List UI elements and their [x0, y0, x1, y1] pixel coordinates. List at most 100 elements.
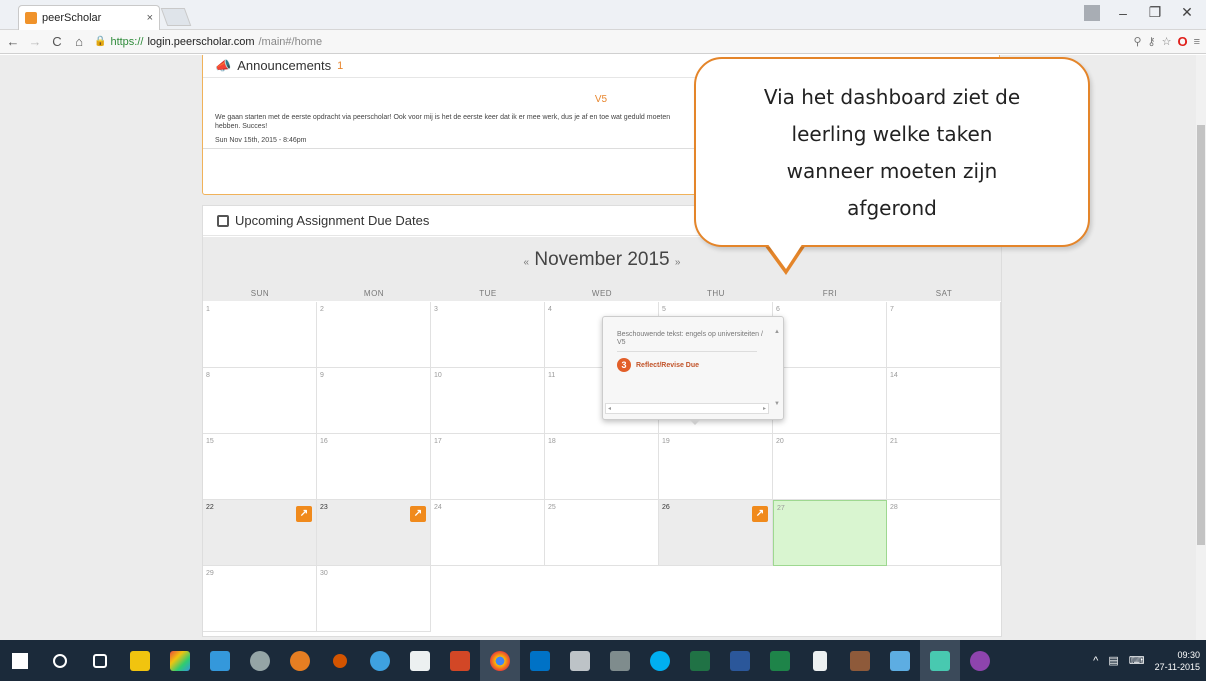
menu-icon[interactable]: ≡ [1194, 36, 1200, 48]
checklist-app-icon[interactable] [880, 640, 920, 681]
day-number: 8 [206, 372, 210, 379]
calendar-day-cell[interactable]: 10 [431, 368, 545, 434]
password-key-icon[interactable]: ⚷ [1148, 35, 1156, 48]
firefox-icon[interactable] [280, 640, 320, 681]
snipping-tool-icon[interactable] [920, 640, 960, 681]
document-icon[interactable] [800, 640, 840, 681]
popover-vertical-scrollbar[interactable]: ▲ ▼ [773, 329, 781, 407]
calendar-day-cell[interactable]: 1 [203, 302, 317, 368]
month-row: « November 2015 » [203, 249, 1001, 271]
restore-button[interactable]: ❐ [1146, 4, 1164, 21]
calendar-day-cell[interactable]: 29 [203, 566, 317, 632]
calendar-day-cell[interactable]: 14 [887, 368, 1001, 434]
calendar-day-cell[interactable]: 21 [887, 434, 1001, 500]
store-icon[interactable] [400, 640, 440, 681]
powerpoint-icon[interactable] [440, 640, 480, 681]
new-tab-button[interactable] [160, 8, 192, 26]
bookmark-star-icon[interactable]: ☆ [1162, 35, 1172, 48]
popover-horizontal-scrollbar[interactable]: ◂ ▸ [605, 403, 769, 414]
file-explorer-icon[interactable] [120, 640, 160, 681]
weekday-header: TUE [479, 289, 497, 298]
calendar-day-cell[interactable]: 30 [317, 566, 431, 632]
calendar-day-cell[interactable]: 23 ↗ [317, 500, 431, 566]
calendar-day-cell[interactable]: 22 ↗ [203, 500, 317, 566]
popover-task-label[interactable]: Reflect/Revise Due [636, 362, 699, 369]
calendar-day-cell[interactable]: 27 [773, 500, 887, 566]
day-number: 24 [434, 504, 442, 511]
calendar-day-cell[interactable]: 20 [773, 434, 887, 500]
media-app-icon[interactable] [560, 640, 600, 681]
task-view-icon[interactable] [80, 640, 120, 681]
close-window-button[interactable]: ✕ [1178, 4, 1196, 21]
popover-task[interactable]: 3 Reflect/Revise Due [603, 352, 783, 378]
forward-arrow-icon[interactable]: → [28, 34, 42, 49]
outlook-icon[interactable] [520, 640, 560, 681]
taskbar-clock[interactable]: 09:30 27-11-2015 [1155, 649, 1200, 673]
peerscholar-favicon-icon [25, 12, 37, 24]
internet-explorer-icon[interactable] [360, 640, 400, 681]
paint-brush-icon[interactable] [840, 640, 880, 681]
day-number: 3 [434, 306, 438, 313]
search-icon[interactable] [40, 640, 80, 681]
calculator-icon[interactable] [600, 640, 640, 681]
calendar-day-cell[interactable]: 3 [431, 302, 545, 368]
page-scrollbar[interactable] [1196, 55, 1206, 640]
day-number: 30 [320, 570, 328, 577]
remote-desktop-icon[interactable] [200, 640, 240, 681]
paint-icon[interactable] [320, 640, 360, 681]
opera-extension-icon[interactable]: O [1177, 34, 1187, 49]
home-icon[interactable]: ⌂ [72, 34, 86, 49]
calendar-day-cell[interactable]: 15 [203, 434, 317, 500]
weekday-header: SAT [935, 289, 953, 298]
callout-bubble: Via het dashboard ziet de leerling welke… [694, 57, 1090, 247]
address-bar[interactable]: 🔒 https://login.peerscholar.com/main#/ho… [94, 36, 322, 48]
calendar-day-cell[interactable]: 13 [773, 368, 887, 434]
notification-icon[interactable]: ▤ [1108, 654, 1118, 667]
day-number: 2 [320, 306, 324, 313]
calendar-day-cell[interactable]: 17 [431, 434, 545, 500]
scrollbar-thumb[interactable] [1197, 125, 1205, 545]
next-month-button[interactable]: » [675, 257, 681, 268]
calendar-day-cell[interactable]: 25 [545, 500, 659, 566]
assignment-due-icon[interactable]: ↗ [410, 506, 426, 522]
calendar-day-cell[interactable]: 24 [431, 500, 545, 566]
calendar-day-cell[interactable]: 26 ↗ [659, 500, 773, 566]
calendar-day-cell[interactable]: 6 [773, 302, 887, 368]
calendar-day-cell[interactable]: 2 [317, 302, 431, 368]
callout-tail-inner [767, 243, 803, 269]
calendar-day-cell[interactable]: 19 [659, 434, 773, 500]
lock-icon: 🔒 [94, 36, 107, 47]
day-number: 10 [434, 372, 442, 379]
clock-time: 09:30 [1177, 649, 1200, 660]
chrome-icon[interactable] [480, 640, 520, 681]
tray-chevron-icon[interactable]: ^ [1093, 655, 1098, 667]
reload-icon[interactable]: C [50, 34, 64, 49]
profile-icon[interactable] [1084, 4, 1100, 21]
calendar-day-cell[interactable]: 28 [887, 500, 1001, 566]
word-icon[interactable] [720, 640, 760, 681]
calendar-panel: Upcoming Assignment Due Dates « November… [202, 205, 1002, 637]
start-button[interactable] [0, 640, 40, 681]
calendar-day-cell[interactable]: 8 [203, 368, 317, 434]
skype-icon[interactable] [640, 640, 680, 681]
tab-close-icon[interactable]: × [147, 12, 153, 24]
day-number: 29 [206, 570, 214, 577]
spreadsheet-app-icon[interactable] [760, 640, 800, 681]
calendar-day-cell[interactable]: 18 [545, 434, 659, 500]
keyboard-icon[interactable]: ⌨ [1129, 654, 1145, 667]
teams-app-icon[interactable] [960, 640, 1000, 681]
calendar-day-cell[interactable]: 16 [317, 434, 431, 500]
minimize-button[interactable]: – [1114, 5, 1132, 21]
excel-icon[interactable] [680, 640, 720, 681]
browser-tab[interactable]: peerScholar × [18, 5, 160, 30]
photos-app-icon[interactable] [160, 640, 200, 681]
calendar-day-cell[interactable]: 7 [887, 302, 1001, 368]
prev-month-button[interactable]: « [524, 257, 530, 268]
calendar-day-cell[interactable]: 9 [317, 368, 431, 434]
tool-app-icon[interactable] [240, 640, 280, 681]
assignment-due-icon[interactable]: ↗ [296, 506, 312, 522]
windows-taskbar: ^ ▤ ⌨ 09:30 27-11-2015 [0, 640, 1206, 681]
assignment-due-icon[interactable]: ↗ [752, 506, 768, 522]
back-arrow-icon[interactable]: ← [6, 34, 20, 49]
zoom-icon[interactable]: ⚲ [1133, 35, 1141, 48]
